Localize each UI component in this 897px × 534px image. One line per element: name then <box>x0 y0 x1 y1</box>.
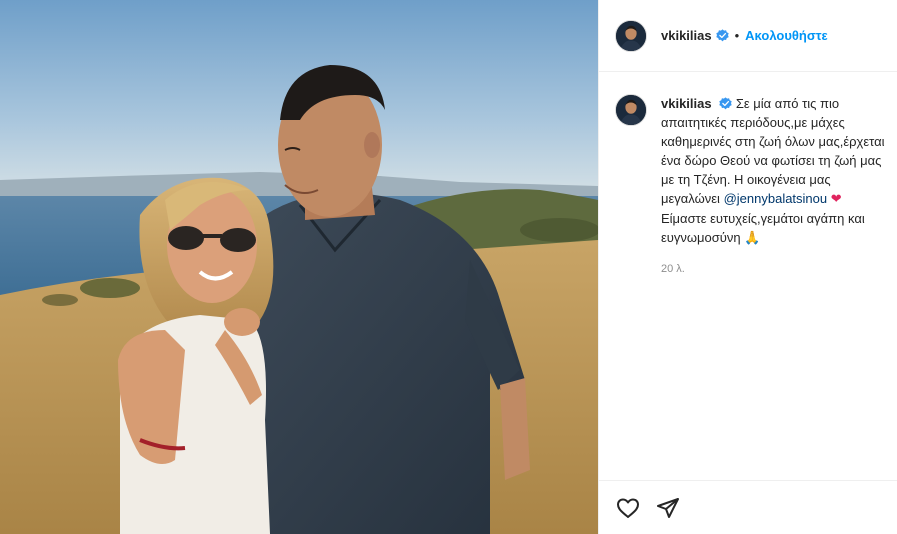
caption-avatar-image <box>616 95 646 125</box>
caption-text: vkikilias Σε μία από τις πιο απαιτητικές… <box>661 94 885 279</box>
action-bar <box>599 480 897 534</box>
username-link[interactable]: vkikilias <box>661 28 712 43</box>
caption-body-part2: Είμαστε ευτυχείς,γεμάτοι αγάπη και ευγνω… <box>661 211 865 245</box>
post-header: vkikilias • Ακολουθήστε <box>599 0 897 72</box>
caption-verified-badge-icon <box>719 97 732 110</box>
avatar-image <box>616 20 646 51</box>
post-time[interactable]: 20 λ. <box>661 260 885 279</box>
paper-plane-icon <box>657 497 679 518</box>
verified-badge-icon <box>715 29 729 42</box>
mention-link[interactable]: @jennybalatsinou <box>724 191 828 206</box>
instagram-post: vkikilias • Ακολουθήστε vkikilias Σε μία… <box>0 0 897 534</box>
heart-emoji: ❤ <box>830 192 842 207</box>
post-side-panel: vkikilias • Ακολουθήστε vkikilias Σε μία… <box>598 0 897 534</box>
share-button[interactable] <box>655 495 681 521</box>
post-photo[interactable] <box>0 0 598 534</box>
pray-emoji: 🙏 <box>744 231 761 246</box>
caption-username-link[interactable]: vkikilias <box>661 96 712 111</box>
profile-avatar[interactable] <box>615 19 647 52</box>
header-separator: • <box>734 28 740 43</box>
caption-body-part1: Σε μία από τις πιο απαιτητικές περιόδους… <box>661 96 885 206</box>
couple-photo-illustration <box>0 0 598 534</box>
caption-block: vkikilias Σε μία από τις πιο απαιτητικές… <box>615 94 885 279</box>
follow-button[interactable]: Ακολουθήστε <box>745 28 828 43</box>
like-button[interactable] <box>615 495 641 521</box>
caption-avatar[interactable] <box>615 94 647 126</box>
heart-icon <box>617 498 639 518</box>
